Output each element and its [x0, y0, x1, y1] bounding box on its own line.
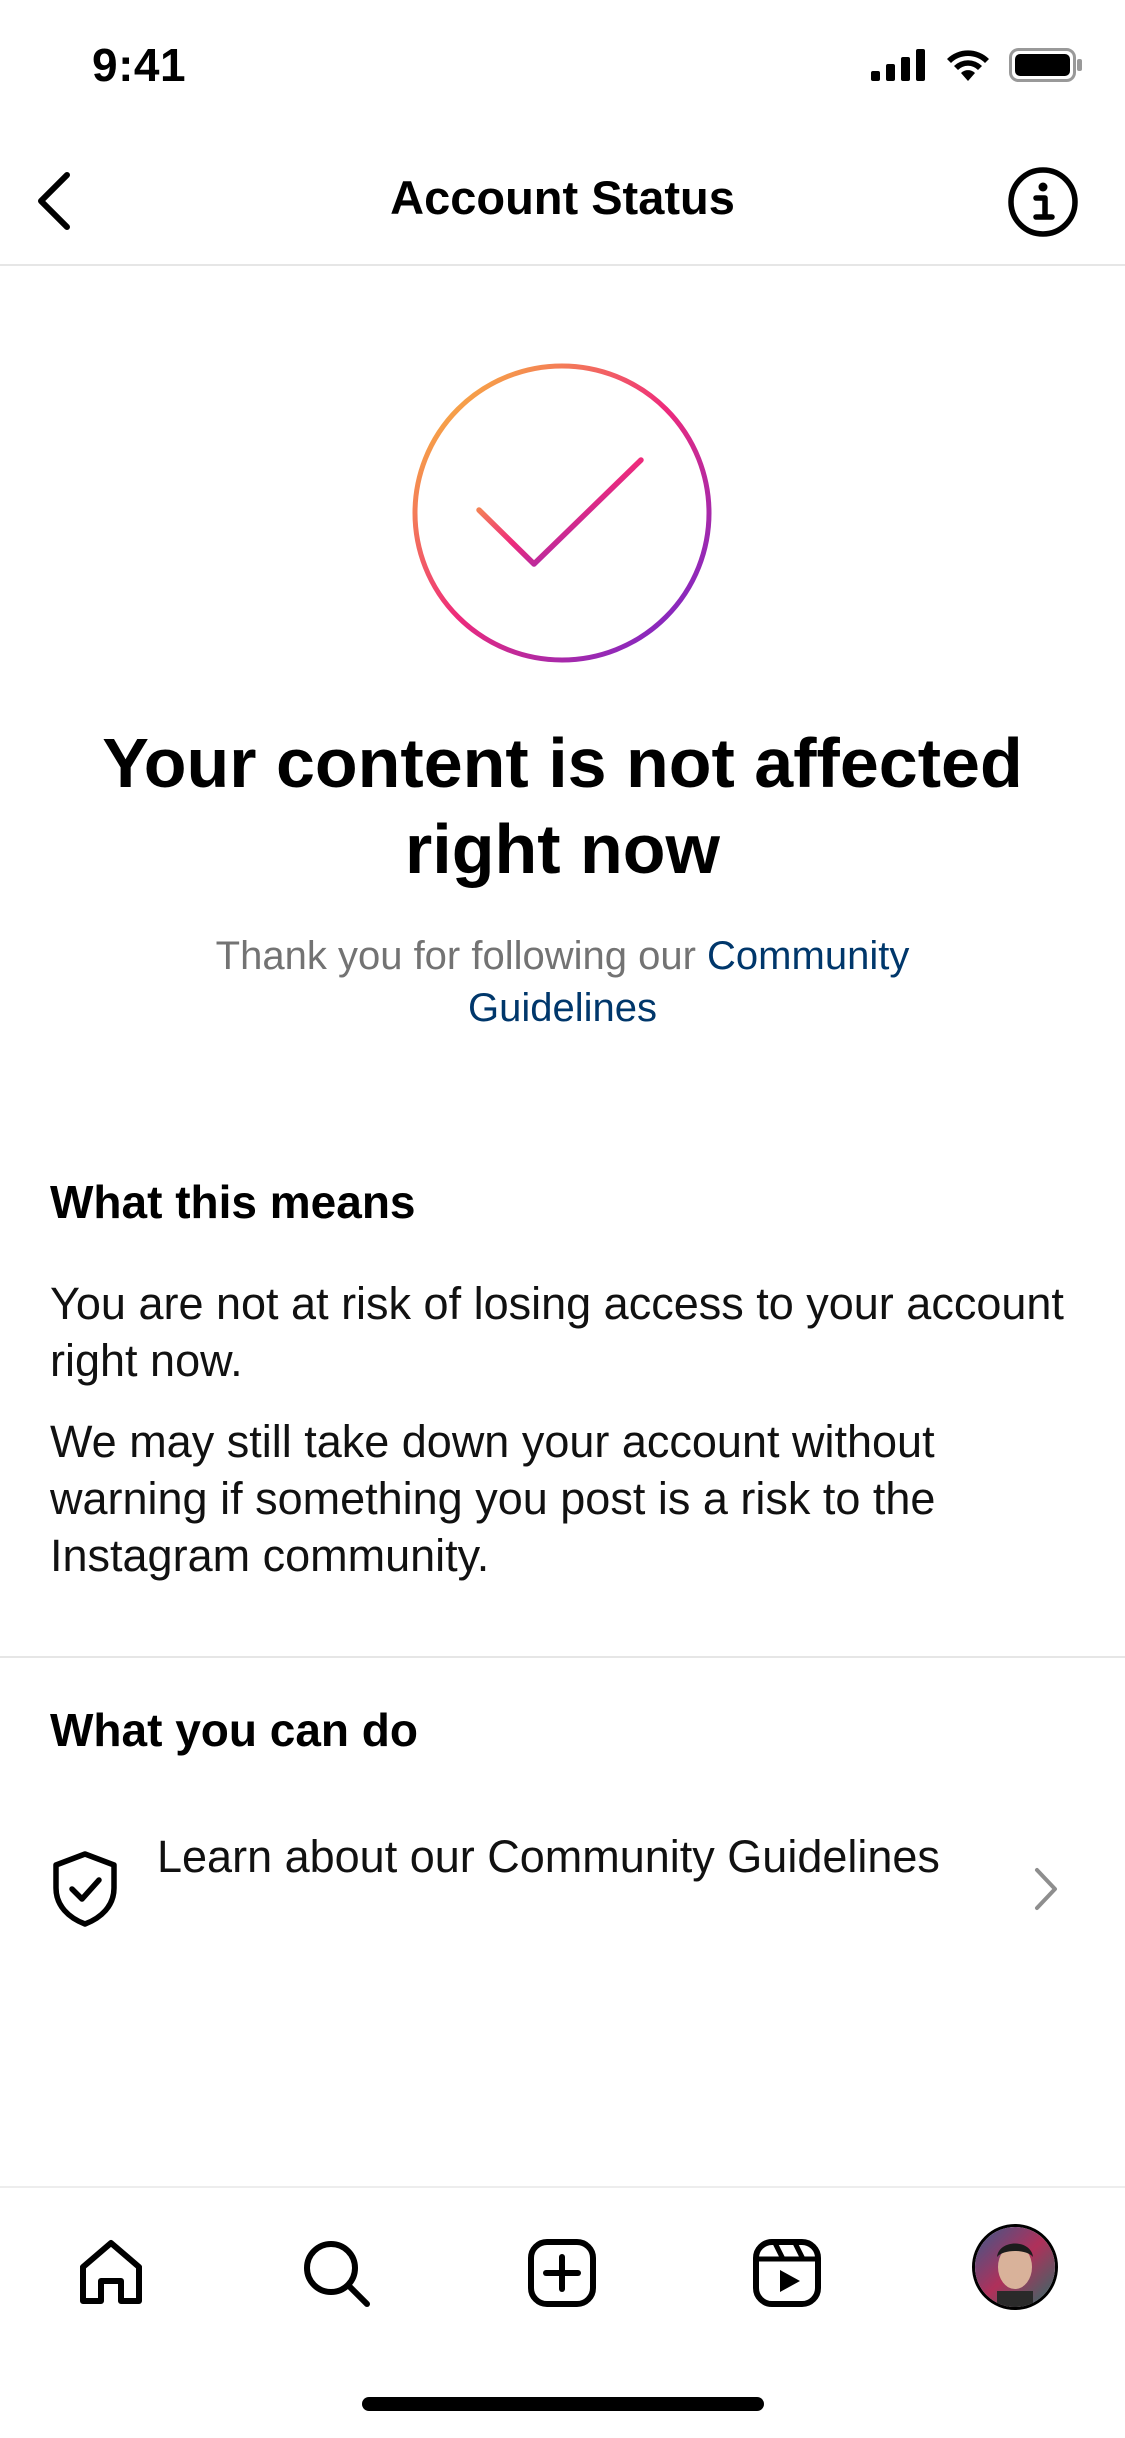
- page-title: Account Status: [390, 171, 735, 224]
- risk-explanation-text: You are not at risk of losing access to …: [50, 1278, 1064, 1386]
- shield-check-icon: [53, 1851, 117, 1927]
- search-icon: [304, 2241, 370, 2307]
- what-this-means-heading: What this means: [50, 1176, 416, 1228]
- wifi-icon: [947, 50, 989, 81]
- status-bar: 9:41: [0, 0, 1125, 140]
- info-icon: [1008, 167, 1078, 237]
- status-icons: [871, 48, 1083, 82]
- reels-icon: [753, 2239, 821, 2307]
- home-indicator: [362, 2397, 764, 2411]
- gradient-check-circle-icon: [412, 363, 712, 663]
- what-you-can-do-heading: What you can do: [50, 1704, 418, 1756]
- info-button[interactable]: [1005, 164, 1081, 240]
- learn-community-guidelines-label: Learn about our Community Guidelines: [157, 1831, 940, 1882]
- tab-home[interactable]: [66, 2228, 156, 2318]
- takedown-warning-text: We may still take down your account with…: [50, 1416, 936, 1581]
- tab-create[interactable]: [517, 2228, 607, 2318]
- tab-reels[interactable]: [742, 2228, 832, 2318]
- navigation-header: Account Status: [0, 140, 1125, 266]
- profile-avatar-image: [975, 2227, 1055, 2307]
- subtitle-text: Thank you for following our: [215, 934, 708, 978]
- chevron-right-icon: [1035, 1868, 1057, 1910]
- section-divider: [0, 1656, 1125, 1658]
- tab-profile-avatar[interactable]: [972, 2224, 1058, 2310]
- battery-icon: [1009, 48, 1082, 82]
- tab-search[interactable]: [291, 2228, 381, 2318]
- cellular-signal-icon: [871, 49, 925, 81]
- status-headline: Your content is not affected right now: [102, 724, 1023, 888]
- home-icon: [80, 2240, 142, 2304]
- status-subtitle: Thank you for following our Community Gu…: [130, 930, 995, 1034]
- learn-community-guidelines-row[interactable]: Learn about our Community Guidelines: [0, 1810, 1125, 1970]
- status-time: 9:41: [92, 39, 187, 91]
- create-post-icon: [528, 2239, 596, 2307]
